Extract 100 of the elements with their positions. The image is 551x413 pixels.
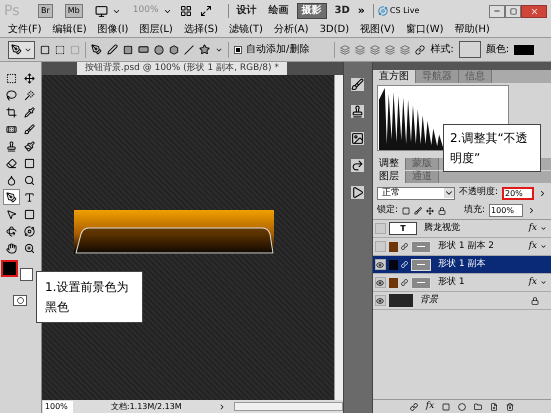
stamp-icon[interactable] — [351, 105, 364, 118]
more-workspaces[interactable]: » — [358, 2, 365, 20]
maximize-button[interactable] — [505, 4, 521, 18]
link-layers-icon[interactable] — [410, 402, 418, 410]
menu-item[interactable]: 窗口(W) — [406, 24, 444, 34]
lock-label: 锁定: — [376, 204, 398, 217]
custom-shape-icon[interactable] — [199, 44, 210, 55]
rectangle-icon[interactable] — [123, 44, 133, 54]
layer-row[interactable]: 背景 — [372, 292, 551, 310]
pen-icon — [11, 44, 22, 55]
cs-live-icon — [378, 6, 388, 16]
fill-field[interactable]: 100% — [489, 204, 524, 217]
menu-item[interactable]: 分析(A) — [274, 24, 309, 34]
workspace-button[interactable]: 绘画 — [264, 4, 292, 18]
paths-icon[interactable] — [55, 44, 65, 54]
menu-item[interactable]: 编辑(E) — [52, 24, 87, 34]
ellipse-icon[interactable] — [154, 44, 164, 54]
menu-item[interactable]: 视图(V) — [360, 24, 395, 34]
document-info: 文档:1.13M/2.13M — [110, 400, 182, 412]
horizontal-scrollbar[interactable] — [234, 402, 343, 411]
visibility-toggle[interactable] — [374, 223, 386, 234]
close-icon — [530, 6, 538, 16]
workspace-button[interactable]: 摄影 — [296, 3, 326, 19]
lock-pixels-icon[interactable] — [414, 206, 422, 214]
link-icon[interactable] — [415, 44, 426, 54]
caret-icon[interactable] — [540, 225, 547, 232]
brush-icon[interactable] — [351, 78, 364, 91]
menu-item[interactable]: 选择(S) — [184, 24, 218, 34]
color-swatch[interactable] — [514, 44, 534, 54]
adjustment-layer-icon[interactable] — [458, 402, 466, 410]
layer-row[interactable]: 形状 1 副本 — [372, 256, 551, 274]
lock-all-icon[interactable] — [438, 206, 446, 214]
caret-icon[interactable] — [540, 243, 547, 250]
tool-preset-button[interactable] — [8, 40, 35, 58]
foreground-color-swatch[interactable] — [1, 260, 18, 277]
visibility-toggle[interactable] — [374, 259, 386, 270]
layer-name: 腾龙视觉 — [424, 222, 461, 235]
redo-icon[interactable] — [351, 159, 364, 172]
blend-mode-dropdown[interactable]: 正常 — [376, 186, 455, 200]
pen-icon — [6, 192, 17, 202]
panel-tab[interactable]: 调整 — [372, 158, 406, 170]
wand-icon — [24, 90, 35, 100]
add-mask-icon[interactable] — [442, 402, 450, 410]
panel-tab[interactable]: 图层 — [372, 171, 406, 183]
hand-icon — [6, 242, 17, 254]
lock-position-icon[interactable] — [426, 206, 434, 214]
new-group-icon[interactable] — [474, 402, 482, 410]
cs-live-button[interactable]: CS Live — [378, 5, 420, 17]
document-tab[interactable]: 按钮背景.psd @ 100% (形状 1 副本, RGB/8) * — [76, 62, 287, 75]
caret-icon[interactable] — [540, 279, 547, 286]
stamp-icon — [6, 140, 17, 152]
workspace-button[interactable]: 设计 — [232, 4, 260, 18]
menu-item[interactable]: 3D(D) — [320, 24, 350, 34]
quick-mask-button[interactable] — [13, 295, 28, 306]
visibility-toggle[interactable] — [374, 277, 386, 288]
menu-item[interactable]: 滤镜(T) — [228, 24, 263, 34]
menu-item[interactable]: 图像(I) — [98, 24, 128, 34]
visibility-toggle[interactable] — [374, 241, 386, 252]
arrange-documents-icon[interactable] — [180, 5, 192, 17]
pen-icon[interactable] — [91, 44, 102, 55]
opacity-field[interactable]: 20% — [502, 186, 534, 200]
polygon-icon[interactable] — [169, 44, 179, 54]
background-color-swatch[interactable] — [20, 268, 34, 281]
bandage-icon — [6, 124, 17, 134]
menu-item[interactable]: 帮助(H) — [454, 24, 490, 34]
opacity-label: 不透明度: — [458, 186, 498, 200]
new-layer-icon[interactable] — [490, 402, 498, 410]
screen-mode-icon[interactable] — [200, 5, 212, 17]
style-swatch[interactable] — [458, 41, 481, 58]
view-extras-icon[interactable] — [94, 4, 108, 18]
image-icon[interactable] — [351, 132, 364, 145]
fill-label: 填充: — [464, 204, 486, 217]
rounded-rectangle-icon[interactable] — [138, 44, 149, 55]
bridge-button[interactable]: Mb — [64, 4, 83, 18]
shape-layers-icon[interactable] — [40, 44, 50, 54]
line-icon[interactable] — [184, 44, 194, 54]
layer-name: 形状 1 — [438, 276, 466, 289]
layer-style-button[interactable]: fx — [426, 400, 434, 413]
close-button[interactable] — [521, 4, 547, 18]
effects-label: fx — [528, 276, 537, 289]
lock-transparency-icon[interactable] — [402, 206, 410, 214]
visibility-toggle[interactable] — [374, 295, 386, 306]
vector-mask-thumbnail — [410, 258, 431, 270]
style-label: 样式: — [430, 42, 454, 57]
panel-tab[interactable]: 直方图 — [372, 70, 416, 83]
menu-item[interactable]: 文件(F) — [8, 24, 42, 34]
play-icon[interactable] — [351, 186, 364, 199]
minimize-button[interactable] — [489, 4, 505, 18]
maximize-icon — [510, 8, 516, 14]
bridge-button[interactable]: Br — [38, 4, 53, 18]
zoom-field[interactable]: 100% — [42, 400, 73, 412]
auto-add-delete-checkbox[interactable]: 自动添加/删除 — [234, 42, 310, 57]
layer-row[interactable]: T 腾龙视觉 fx — [372, 220, 551, 238]
layer-row[interactable]: 形状 1 fx — [372, 274, 551, 292]
tool-button[interactable] — [2, 189, 20, 205]
freeform-pen-icon[interactable] — [107, 44, 118, 55]
workspace-button[interactable]: 3D — [330, 4, 354, 18]
delete-layer-icon[interactable] — [506, 402, 514, 410]
marquee-icon — [6, 72, 17, 84]
menu-item[interactable]: 图层(L) — [139, 24, 173, 34]
